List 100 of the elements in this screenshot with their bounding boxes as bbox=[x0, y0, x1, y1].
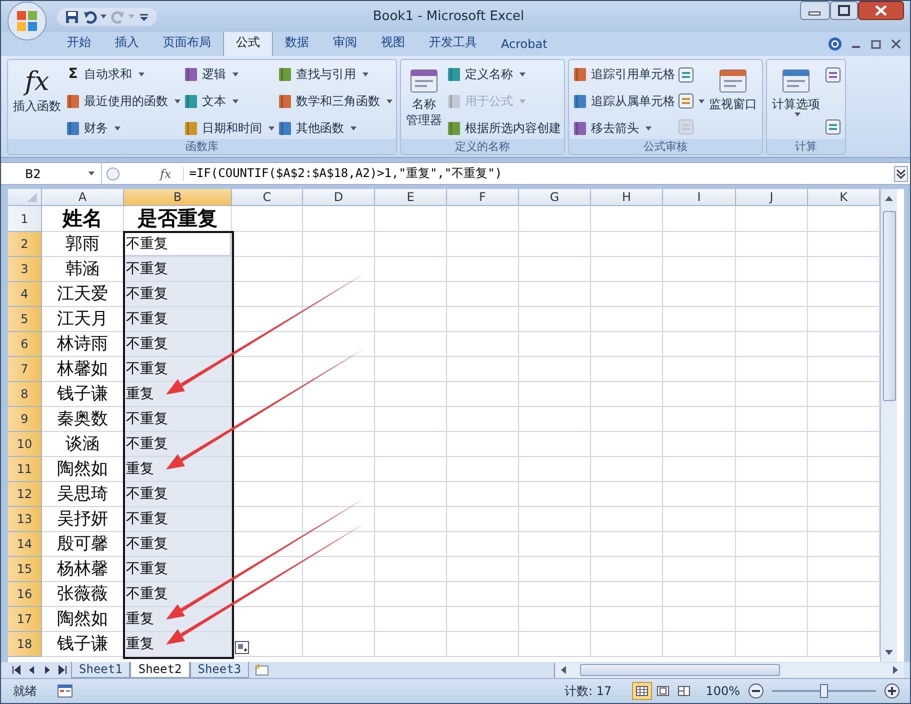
zoom-level-text[interactable]: 100% bbox=[706, 684, 740, 698]
sheet-tab[interactable]: Sheet3 bbox=[190, 662, 250, 678]
caret-icon[interactable] bbox=[88, 171, 95, 176]
caret-icon[interactable] bbox=[232, 72, 239, 76]
ribbon-button[interactable]: 移去箭头 bbox=[572, 118, 675, 138]
row-header[interactable]: 11 bbox=[8, 457, 42, 482]
slider-thumb[interactable] bbox=[820, 684, 828, 698]
save-button[interactable] bbox=[65, 10, 79, 24]
row-header[interactable]: 1 bbox=[8, 206, 42, 232]
ribbon-tab[interactable]: 插入 bbox=[103, 31, 151, 56]
ribbon-tab[interactable]: Acrobat bbox=[489, 34, 560, 56]
scroll-thumb[interactable] bbox=[882, 211, 896, 401]
insert-function-button[interactable]: fx bbox=[120, 166, 184, 180]
sheet-tab[interactable]: Sheet1 bbox=[71, 662, 130, 678]
ribbon-button[interactable]: 根据所选内容创建 bbox=[446, 118, 561, 138]
ribbon-button[interactable]: 逻辑 bbox=[183, 64, 275, 84]
row-header[interactable]: 18 bbox=[8, 632, 42, 657]
row-header[interactable]: 12 bbox=[8, 482, 42, 507]
ribbon-tab[interactable]: 公式 bbox=[223, 30, 273, 56]
row-header[interactable]: 16 bbox=[8, 582, 42, 607]
ribbon-button[interactable]: 定义名称 bbox=[446, 64, 561, 84]
caret-icon[interactable] bbox=[386, 98, 393, 104]
column-header[interactable]: C bbox=[232, 189, 303, 206]
ribbon-button[interactable]: 计算选项 bbox=[770, 64, 822, 119]
caret-icon[interactable] bbox=[698, 98, 705, 104]
sheet-nav-button[interactable] bbox=[56, 664, 68, 676]
ribbon-tab[interactable]: 数据 bbox=[273, 31, 321, 56]
ribbon-button[interactable]: 名称 管理器 bbox=[404, 64, 444, 130]
help-icon[interactable] bbox=[828, 37, 842, 51]
row-header[interactable]: 4 bbox=[8, 282, 42, 307]
row-header[interactable]: 5 bbox=[8, 307, 42, 332]
close-icon[interactable] bbox=[890, 38, 902, 50]
ribbon-button[interactable]: 文本 bbox=[183, 91, 275, 111]
ribbon-tab[interactable]: 审阅 bbox=[321, 31, 369, 56]
caret-icon[interactable] bbox=[645, 126, 652, 130]
ribbon-button[interactable]: 追踪从属单元格 bbox=[572, 91, 675, 111]
column-header[interactable]: J bbox=[736, 189, 808, 206]
sheet-nav-button[interactable] bbox=[11, 664, 23, 676]
page-break-preview-icon[interactable] bbox=[678, 686, 690, 696]
caret-icon[interactable] bbox=[268, 126, 275, 130]
ribbon-button[interactable]: 查找与引用 bbox=[277, 64, 393, 84]
caret-icon[interactable] bbox=[362, 72, 369, 76]
row-header[interactable]: 14 bbox=[8, 532, 42, 557]
column-header[interactable]: H bbox=[591, 189, 663, 206]
scroll-thumb[interactable] bbox=[580, 664, 780, 676]
caret-icon[interactable] bbox=[794, 112, 801, 117]
ribbon-button[interactable]: 监视窗口 bbox=[707, 64, 759, 114]
name-box[interactable]: B2 bbox=[1, 163, 102, 184]
row-header[interactable]: 10 bbox=[8, 432, 42, 457]
row-header[interactable]: 8 bbox=[8, 382, 42, 407]
caret-icon[interactable] bbox=[350, 126, 357, 130]
undo-button[interactable] bbox=[83, 10, 107, 24]
zoom-in-button[interactable] bbox=[884, 683, 900, 699]
horizontal-scrollbar[interactable] bbox=[554, 662, 904, 678]
zoom-out-button[interactable] bbox=[748, 683, 764, 699]
page-layout-icon[interactable] bbox=[656, 686, 669, 696]
ribbon-tab[interactable]: 视图 bbox=[369, 31, 417, 56]
ribbon-tab[interactable]: 开发工具 bbox=[417, 31, 489, 56]
restore-icon[interactable] bbox=[870, 38, 882, 50]
ribbon-button[interactable]: 数学和三角函数 bbox=[277, 91, 393, 111]
caret-icon[interactable] bbox=[519, 72, 526, 76]
column-header[interactable]: D bbox=[303, 189, 375, 206]
vertical-scrollbar[interactable] bbox=[880, 189, 897, 662]
sheet-tab[interactable]: Sheet2 bbox=[130, 662, 190, 678]
maximize-button[interactable] bbox=[830, 1, 858, 20]
column-header[interactable]: B bbox=[124, 189, 232, 206]
row-header[interactable]: 3 bbox=[8, 257, 42, 282]
caret-icon[interactable] bbox=[100, 14, 107, 19]
column-header[interactable]: F bbox=[447, 189, 519, 206]
normal-view-icon[interactable] bbox=[636, 686, 648, 696]
column-header[interactable]: I bbox=[663, 189, 736, 206]
column-header[interactable]: A bbox=[42, 189, 124, 206]
column-header[interactable]: G bbox=[519, 189, 591, 206]
splitter-handle[interactable] bbox=[106, 166, 120, 180]
row-header[interactable]: 17 bbox=[8, 607, 42, 632]
caret-icon[interactable] bbox=[174, 98, 181, 104]
row-header[interactable]: 6 bbox=[8, 332, 42, 357]
customize-toolbar-button[interactable] bbox=[139, 12, 149, 22]
column-header[interactable]: K bbox=[808, 189, 880, 206]
ribbon-button[interactable]: Σ 自动求和 bbox=[65, 64, 181, 84]
insert-sheet-icon[interactable] bbox=[253, 663, 272, 677]
caret-icon[interactable] bbox=[232, 98, 239, 104]
row-header[interactable]: 15 bbox=[8, 557, 42, 582]
row-header[interactable]: 7 bbox=[8, 357, 42, 382]
ribbon-button[interactable]: 追踪引用单元格 bbox=[572, 64, 675, 84]
ribbon-button[interactable]: 最近使用的函数 bbox=[65, 91, 181, 111]
row-header[interactable]: 2 bbox=[8, 232, 42, 257]
autofill-options-button[interactable] bbox=[235, 641, 249, 654]
ribbon-button[interactable]: fx 插入函数 bbox=[11, 64, 63, 116]
caret-icon[interactable] bbox=[114, 126, 121, 130]
close-button[interactable] bbox=[858, 1, 904, 20]
ribbon-button[interactable]: 财务 bbox=[65, 118, 181, 138]
ribbon-tab[interactable]: 页面布局 bbox=[151, 31, 223, 56]
record-macro-icon[interactable] bbox=[57, 684, 73, 698]
formula-field[interactable]: =IF(COUNTIF($A$2:$A$18,A2)>1,"重复","不重复") bbox=[184, 165, 894, 182]
minimize-button[interactable] bbox=[800, 1, 830, 20]
row-header[interactable]: 13 bbox=[8, 507, 42, 532]
ribbon-button[interactable]: 其他函数 bbox=[277, 118, 393, 138]
view-button[interactable] bbox=[632, 682, 652, 700]
ribbon-button[interactable]: 日期和时间 bbox=[183, 118, 275, 138]
